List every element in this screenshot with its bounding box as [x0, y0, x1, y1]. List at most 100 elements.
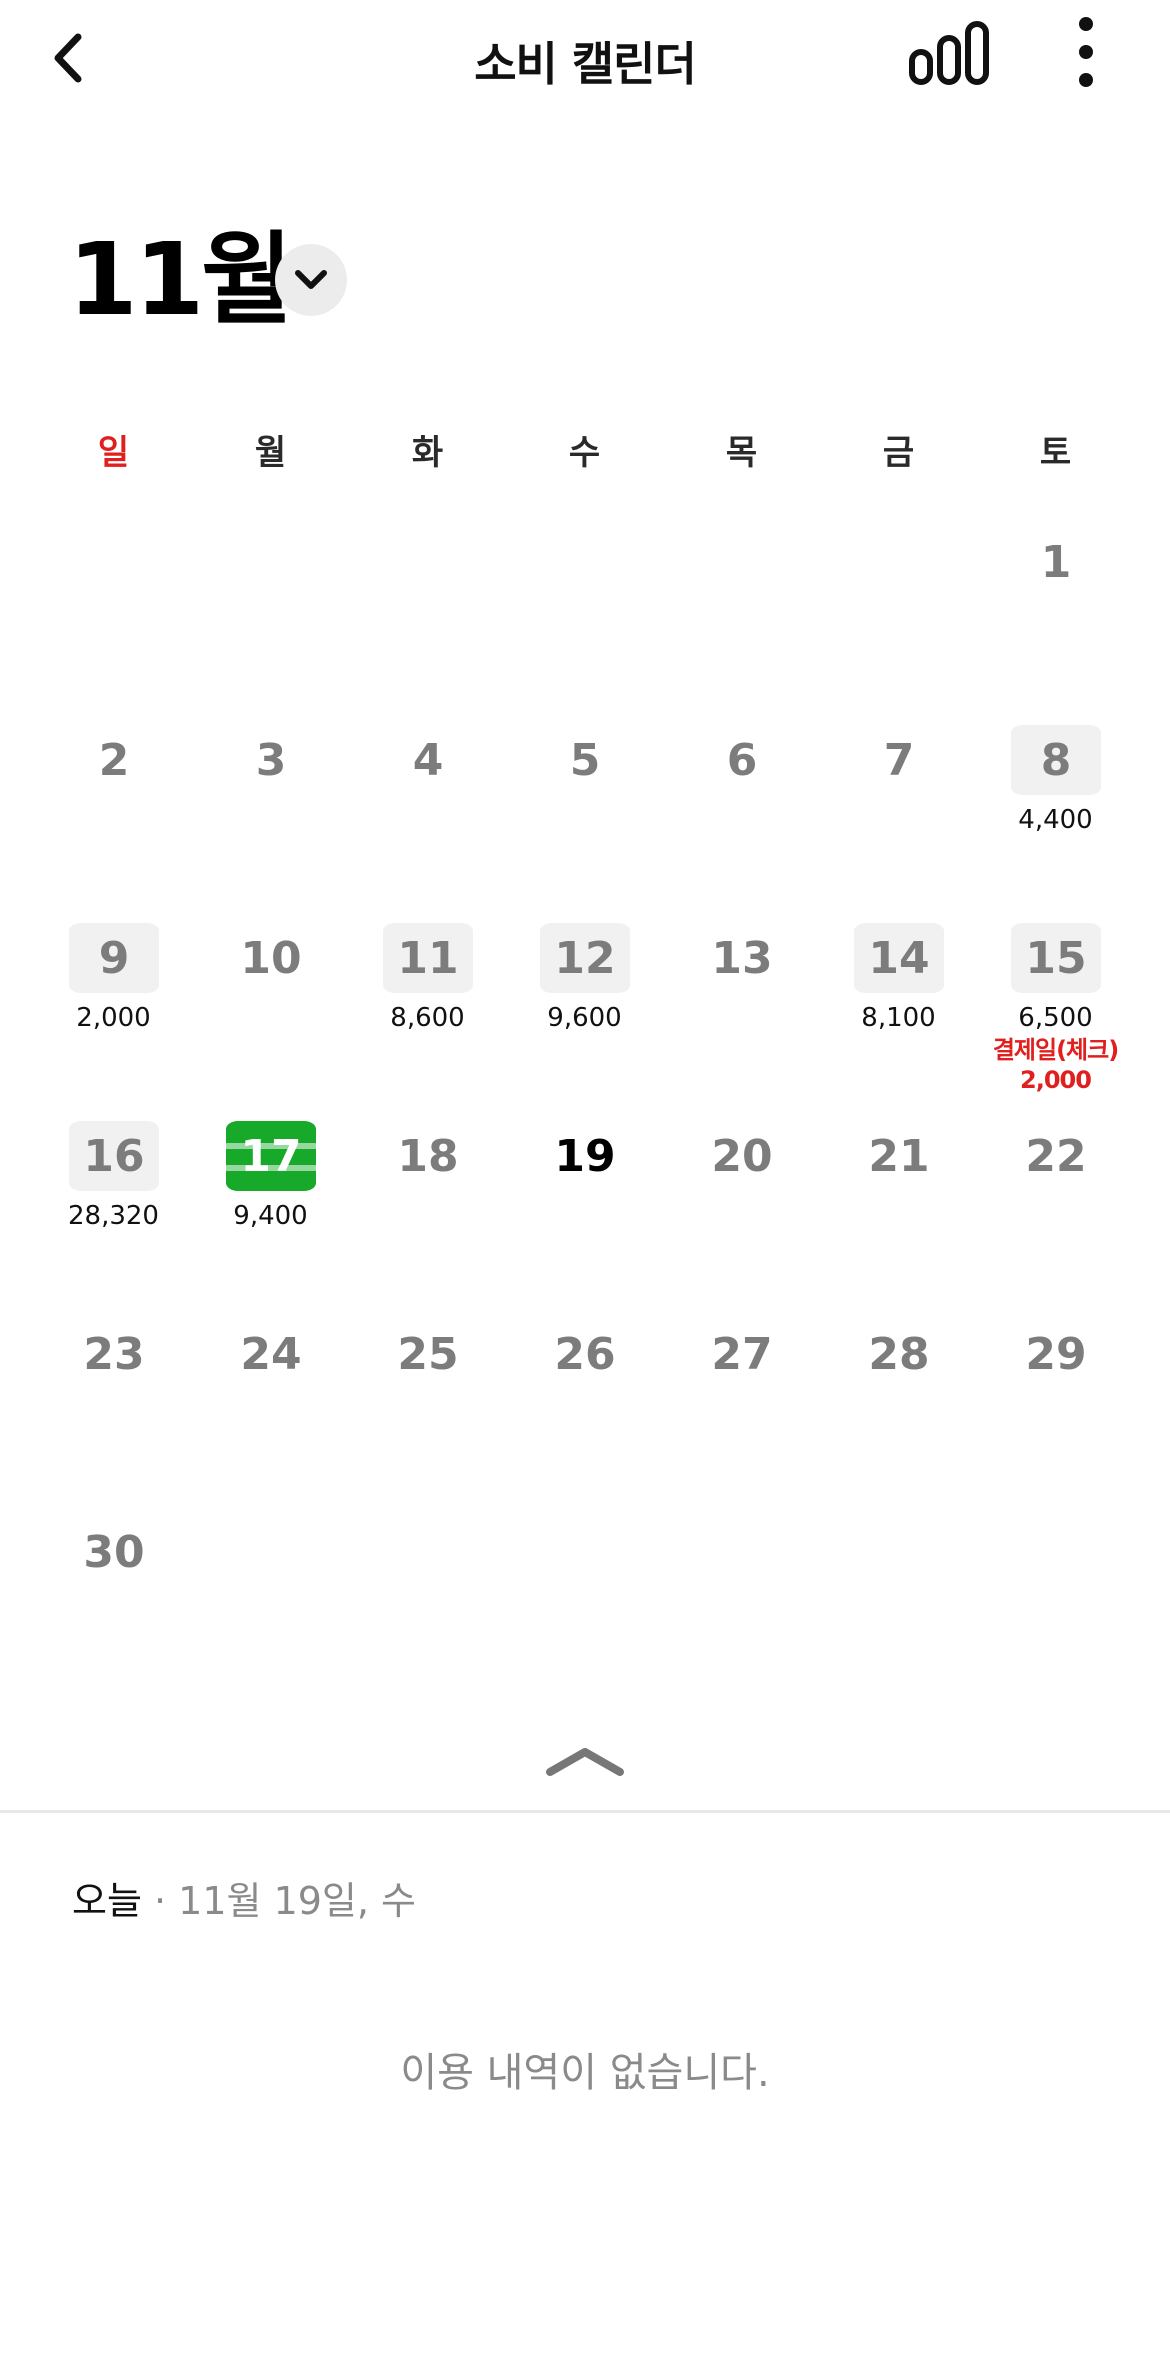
day-amount: 6,500	[1018, 1003, 1093, 1033]
day-number-container: 11	[383, 921, 473, 995]
day-number-container: 26	[540, 1317, 630, 1391]
calendar-day[interactable]: 30	[35, 1515, 192, 1705]
collapse-handle[interactable]	[540, 1740, 630, 1780]
day-number: 27	[711, 1328, 773, 1380]
weekday-label: 수	[568, 433, 601, 473]
calendar-day[interactable]: 20	[663, 1119, 820, 1309]
day-number-container: 28	[854, 1317, 944, 1391]
day-number: 2	[98, 734, 130, 786]
divider	[0, 1810, 1170, 1813]
day-number-container: 22	[1011, 1119, 1101, 1193]
calendar-day[interactable]: 26	[506, 1317, 663, 1507]
day-number: 16	[83, 1130, 145, 1182]
day-number-container: 29	[1011, 1317, 1101, 1391]
day-number: 29	[1025, 1328, 1087, 1380]
weekday-label: 금	[882, 433, 915, 473]
day-number-container: 20	[697, 1119, 787, 1193]
day-number-container: 17	[224, 1119, 318, 1193]
day-number-container: 13	[697, 921, 787, 995]
day-number: 3	[255, 734, 287, 786]
day-number: 1	[1040, 536, 1072, 588]
day-amount: 9,400	[233, 1201, 308, 1231]
calendar-day[interactable]: 2	[35, 723, 192, 913]
day-number: 22	[1025, 1130, 1087, 1182]
day-number: 21	[868, 1130, 930, 1182]
chevron-up-icon	[546, 1748, 624, 1776]
calendar-day[interactable]: 28	[820, 1317, 977, 1507]
month-dropdown-button[interactable]	[275, 244, 347, 316]
selected-date: 오늘 · 11월 19일, 수	[72, 1870, 416, 1925]
day-number-container: 8	[1011, 723, 1101, 797]
calendar-day[interactable]: 8 4,400	[977, 723, 1134, 913]
day-number-container: 15	[1011, 921, 1101, 995]
day-number: 4	[412, 734, 444, 786]
weekday-label: 일	[97, 433, 130, 473]
day-number-container: 4	[383, 723, 473, 797]
day-number-container: 23	[69, 1317, 159, 1391]
day-number-container: 27	[697, 1317, 787, 1391]
day-number-container: 1	[1011, 525, 1101, 599]
calendar-day[interactable]: 13	[663, 921, 820, 1111]
day-number: 26	[554, 1328, 616, 1380]
calendar-day[interactable]: 18	[349, 1119, 506, 1309]
calendar-day[interactable]: 19	[506, 1119, 663, 1309]
calendar-day[interactable]: 9 2,000	[35, 921, 192, 1111]
day-number-container: 25	[383, 1317, 473, 1391]
day-amount: 8,100	[861, 1003, 936, 1033]
weekday-label: 월	[254, 433, 287, 473]
day-number-container: 16	[69, 1119, 159, 1193]
day-number: 6	[726, 734, 758, 786]
calendar-day[interactable]: 24	[192, 1317, 349, 1507]
day-number: 9	[98, 932, 130, 984]
empty-message: 이용 내역이 없습니다.	[400, 2050, 770, 2096]
day-number-container: 5	[540, 723, 630, 797]
day-number-container: 21	[854, 1119, 944, 1193]
day-number: 24	[240, 1328, 302, 1380]
day-number-container: 2	[69, 723, 159, 797]
more-button[interactable]	[1060, 14, 1112, 94]
day-number: 15	[1025, 932, 1087, 984]
day-amount: 28,320	[68, 1201, 159, 1231]
month-title: 11월	[68, 221, 293, 338]
day-number-container: 12	[540, 921, 630, 995]
stats-button[interactable]	[906, 18, 996, 88]
calendar-day[interactable]: 1	[977, 525, 1134, 715]
calendar-day[interactable]: 22	[977, 1119, 1134, 1309]
day-number-container: 6	[697, 723, 787, 797]
calendar-day[interactable]: 29	[977, 1317, 1134, 1507]
day-number-container: 10	[226, 921, 316, 995]
calendar-day[interactable]: 17 9,400	[192, 1119, 349, 1309]
day-number-container: 30	[69, 1515, 159, 1589]
calendar-day[interactable]: 11 8,600	[349, 921, 506, 1111]
day-number: 13	[711, 932, 773, 984]
day-number: 14	[868, 932, 930, 984]
calendar-day[interactable]: 12 9,600	[506, 921, 663, 1111]
calendar-day[interactable]: 6	[663, 723, 820, 913]
date-text: 11월 19일, 수	[178, 1879, 416, 1923]
day-amount: 9,600	[547, 1003, 622, 1033]
more-vertical-icon	[1079, 17, 1093, 87]
payment-day-note: 결제일(체크) 2,000	[977, 1035, 1134, 1095]
calendar-day[interactable]: 7	[820, 723, 977, 913]
calendar-day[interactable]: 10	[192, 921, 349, 1111]
calendar-day[interactable]: 5	[506, 723, 663, 913]
calendar-day[interactable]: 21	[820, 1119, 977, 1309]
calendar-day[interactable]: 4	[349, 723, 506, 913]
day-number: 25	[397, 1328, 459, 1380]
calendar-day[interactable]: 25	[349, 1317, 506, 1507]
day-number: 8	[1040, 734, 1072, 786]
date-separator: ·	[141, 1879, 179, 1923]
calendar-day[interactable]: 16 28,320	[35, 1119, 192, 1309]
payment-day-amount: 2,000	[1020, 1066, 1092, 1094]
day-number: 12	[554, 932, 616, 984]
day-number: 17	[240, 1130, 302, 1182]
day-amount: 2,000	[76, 1003, 151, 1033]
day-number-container: 9	[69, 921, 159, 995]
calendar-day[interactable]: 15 6,500 결제일(체크) 2,000	[977, 921, 1134, 1111]
day-number: 18	[397, 1130, 459, 1182]
calendar-day[interactable]: 14 8,100	[820, 921, 977, 1111]
calendar-day[interactable]: 23	[35, 1317, 192, 1507]
day-number: 11	[397, 932, 459, 984]
calendar-day[interactable]: 27	[663, 1317, 820, 1507]
calendar-day[interactable]: 3	[192, 723, 349, 913]
